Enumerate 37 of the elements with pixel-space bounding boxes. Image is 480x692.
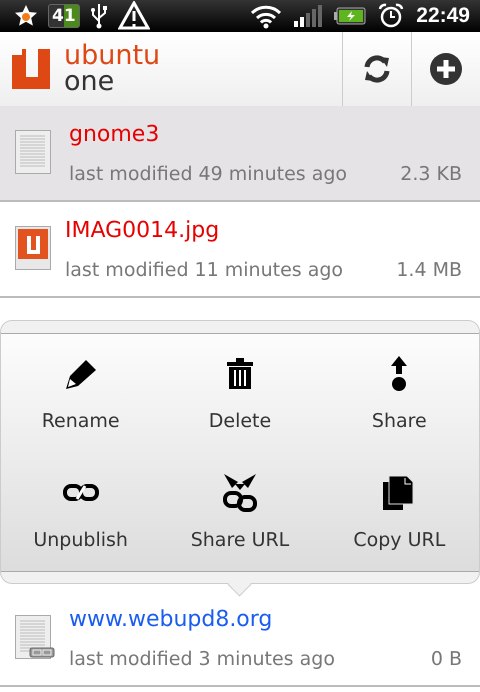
menu-item[interactable]: Copy URL <box>320 452 479 571</box>
file-row[interactable]: gnome3 last modified 49 minutes ago 2.3 KB <box>0 106 480 202</box>
battery-charging-icon <box>334 7 366 25</box>
star-icon <box>14 4 38 28</box>
signal-icon <box>294 5 322 27</box>
file-size: 2.3 KB <box>400 162 462 184</box>
file-name: gnome3 <box>69 122 160 146</box>
image-file-icon <box>15 226 51 270</box>
refresh-icon <box>362 54 392 84</box>
menu-item[interactable]: Share <box>320 334 479 452</box>
file-name: www.webupd8.org <box>69 606 274 632</box>
logo-text: ubuntu <box>64 43 160 69</box>
warning-icon <box>118 1 150 31</box>
broken-link-icon <box>62 482 99 503</box>
modified-time: last modified 49 minutes ago <box>69 162 348 184</box>
usb-icon <box>90 3 108 29</box>
menu-item[interactable]: Share URL <box>160 452 320 571</box>
file-name: IMAG0014.jpg <box>65 218 220 242</box>
menu-item[interactable]: Rename <box>1 334 160 452</box>
wifi-icon <box>250 3 282 29</box>
trash-icon <box>226 358 254 390</box>
logo-icon <box>12 47 52 91</box>
modified-time: last modified 11 minutes ago <box>65 258 344 280</box>
share-icon <box>390 356 408 392</box>
menu-item[interactable]: Delete <box>160 334 320 452</box>
menu-item[interactable]: Unpublish <box>1 452 160 571</box>
clock-time: 22:49 <box>416 4 470 28</box>
file-size: 1.4 MB <box>396 258 462 280</box>
link-arrows-icon <box>222 474 258 512</box>
alarm-clock-icon <box>378 3 404 29</box>
copy-icon <box>383 476 416 510</box>
logo-text: one <box>64 69 116 95</box>
file-size: 0 B <box>430 648 462 670</box>
add-icon <box>430 53 462 85</box>
pencil-icon <box>64 358 98 390</box>
modified-time: last modified 3 minutes ago <box>69 648 335 670</box>
notification-badge: 41 <box>48 4 80 28</box>
